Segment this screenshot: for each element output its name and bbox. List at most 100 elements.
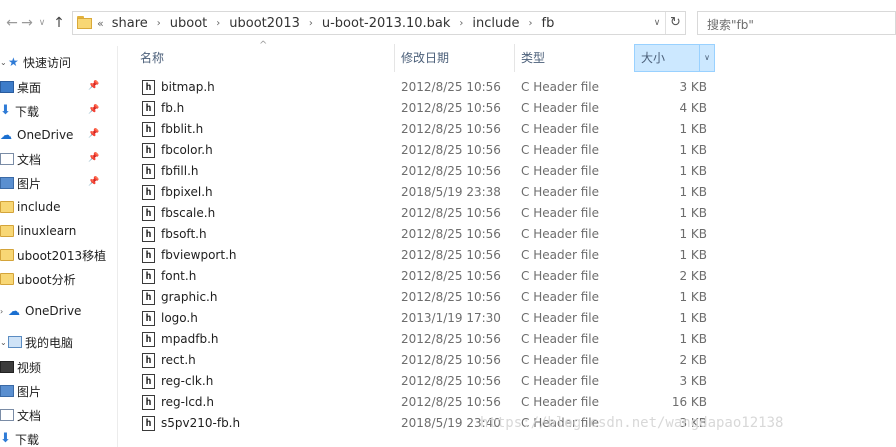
file-date: 2012/8/25 10:56 — [401, 164, 501, 178]
file-type: C Header file — [521, 374, 599, 388]
sidebar-item-downloads[interactable]: ⬇ 下载 📌 — [0, 99, 108, 123]
file-row[interactable]: h bitmap.h 2012/8/25 10:56 C Header file… — [133, 77, 733, 98]
file-name: fbblit.h — [161, 122, 204, 136]
address-dropdown-chevron-icon[interactable]: ∨ — [649, 12, 665, 34]
sidebar-item-videos[interactable]: 视频 — [0, 355, 108, 379]
file-row[interactable]: h mpadfb.h 2012/8/25 10:56 C Header file… — [133, 329, 733, 350]
up-arrow-icon[interactable]: ↑ — [51, 13, 67, 33]
header-file-icon: h — [142, 353, 155, 368]
pictures-icon — [0, 385, 14, 397]
file-row[interactable]: h graphic.h 2012/8/25 10:56 C Header fil… — [133, 287, 733, 308]
column-header-type[interactable]: 类型 — [521, 44, 545, 72]
file-row[interactable]: h fbsoft.h 2012/8/25 10:56 C Header file… — [133, 224, 733, 245]
pin-icon[interactable]: 📌 — [88, 177, 99, 189]
video-icon — [0, 361, 14, 373]
file-row[interactable]: h fbpixel.h 2018/5/19 23:38 C Header fil… — [133, 182, 733, 203]
collapse-chevron-icon[interactable]: ⌄ — [0, 58, 8, 67]
pane-divider[interactable] — [117, 46, 118, 447]
sort-ascending-icon: ^ — [259, 40, 268, 51]
file-row[interactable]: h rect.h 2012/8/25 10:56 C Header file 2… — [133, 350, 733, 371]
header-file-icon: h — [142, 122, 155, 137]
breadcrumb-item[interactable]: share — [112, 16, 148, 31]
file-type: C Header file — [521, 332, 599, 346]
sidebar-item-documents[interactable]: 文档 📌 — [0, 147, 108, 171]
file-date: 2013/1/19 17:30 — [401, 311, 501, 325]
sidebar-item-include[interactable]: include — [0, 195, 108, 219]
file-type: C Header file — [521, 227, 599, 241]
sidebar-item-uboot-analysis[interactable]: uboot分析 — [0, 267, 108, 291]
pin-icon[interactable]: 📌 — [88, 129, 99, 141]
file-row[interactable]: h reg-clk.h 2012/8/25 10:56 C Header fil… — [133, 371, 733, 392]
breadcrumb-separator-icon[interactable]: › — [216, 18, 220, 29]
forward-arrow-icon[interactable]: → — [19, 13, 35, 33]
breadcrumb-separator-icon[interactable]: › — [157, 18, 161, 29]
sidebar-item-quick-access[interactable]: ⌄ ★ 快速访问 — [0, 50, 108, 74]
column-filter-chevron-icon[interactable]: ∨ — [699, 45, 714, 71]
header-file-icon: h — [142, 143, 155, 158]
refresh-icon[interactable]: ↻ — [665, 12, 685, 34]
back-arrow-icon[interactable]: ← — [4, 13, 20, 33]
file-row[interactable]: h fbviewport.h 2012/8/25 10:56 C Header … — [133, 245, 733, 266]
pin-icon[interactable]: 📌 — [88, 81, 99, 93]
file-row[interactable]: h fbfill.h 2012/8/25 10:56 C Header file… — [133, 161, 733, 182]
file-size: 1 KB — [679, 227, 707, 241]
sidebar-item-this-pc[interactable]: ⌄ 我的电脑 — [0, 330, 108, 354]
documents-icon — [0, 153, 14, 165]
file-type: C Header file — [521, 395, 599, 409]
pin-icon[interactable]: 📌 — [88, 105, 99, 117]
breadcrumb-item[interactable]: fb — [542, 16, 555, 31]
pin-icon[interactable]: 📌 — [88, 153, 99, 165]
address-bar[interactable]: « share › uboot › uboot2013 › u-boot-201… — [72, 11, 686, 35]
breadcrumb-item[interactable]: u-boot-2013.10.bak — [322, 16, 451, 31]
file-date: 2012/8/25 10:56 — [401, 353, 501, 367]
expand-chevron-icon[interactable]: › — [0, 307, 8, 316]
file-name: fbsoft.h — [161, 227, 207, 241]
sidebar-item-downloads-pc[interactable]: ⬇ 下载 — [0, 427, 108, 447]
overflow-chevron-icon[interactable]: « — [97, 17, 104, 30]
file-row[interactable]: h fbblit.h 2012/8/25 10:56 C Header file… — [133, 119, 733, 140]
file-size: 1 KB — [679, 122, 707, 136]
sidebar-item-pictures[interactable]: 图片 📌 — [0, 171, 108, 195]
file-row[interactable]: h fbscale.h 2012/8/25 10:56 C Header fil… — [133, 203, 733, 224]
file-type: C Header file — [521, 311, 599, 325]
sidebar-item-onedrive-quick[interactable]: ☁ OneDrive 📌 — [0, 123, 108, 147]
sidebar-item-uboot2013-port[interactable]: uboot2013移植 — [0, 243, 108, 267]
sidebar-item-documents-pc[interactable]: 文档 — [0, 403, 108, 427]
header-file-icon: h — [142, 80, 155, 95]
search-input[interactable]: 搜索"fb" — [697, 11, 896, 35]
header-file-icon: h — [142, 164, 155, 179]
file-row[interactable]: h reg-lcd.h 2012/8/25 10:56 C Header fil… — [133, 392, 733, 413]
breadcrumb-separator-icon[interactable]: › — [529, 18, 533, 29]
file-row[interactable]: h fbcolor.h 2012/8/25 10:56 C Header fil… — [133, 140, 733, 161]
file-row[interactable]: h logo.h 2013/1/19 17:30 C Header file 1… — [133, 308, 733, 329]
header-file-icon: h — [142, 395, 155, 410]
recent-locations-chevron-icon[interactable]: ∨ — [34, 13, 50, 33]
column-divider[interactable] — [394, 44, 395, 72]
breadcrumb-separator-icon[interactable]: › — [309, 18, 313, 29]
column-divider[interactable] — [514, 44, 515, 72]
file-size: 1 KB — [679, 185, 707, 199]
breadcrumb-item[interactable]: uboot — [170, 16, 208, 31]
sidebar-item-pictures-pc[interactable]: 图片 — [0, 379, 108, 403]
breadcrumb-separator-icon[interactable]: › — [459, 18, 463, 29]
file-date: 2018/5/19 23:38 — [401, 185, 501, 199]
file-name: reg-lcd.h — [161, 395, 214, 409]
column-header-name[interactable]: 名称 — [140, 44, 164, 72]
sidebar-item-onedrive[interactable]: › ☁ OneDrive — [0, 299, 108, 323]
sidebar-item-linuxlearn[interactable]: linuxlearn — [0, 219, 108, 243]
breadcrumb-item[interactable]: include — [472, 16, 519, 31]
file-date: 2012/8/25 10:56 — [401, 206, 501, 220]
file-type: C Header file — [521, 269, 599, 283]
collapse-chevron-icon[interactable]: ⌄ — [0, 338, 8, 347]
file-row[interactable]: h font.h 2012/8/25 10:56 C Header file 2… — [133, 266, 733, 287]
sidebar-item-desktop[interactable]: 桌面 📌 — [0, 75, 108, 99]
sidebar-item-label: 下载 — [15, 104, 40, 119]
header-file-icon: h — [142, 248, 155, 263]
breadcrumb-item[interactable]: uboot2013 — [229, 16, 300, 31]
folder-icon — [0, 225, 14, 237]
sidebar-item-label: include — [17, 200, 61, 214]
column-header-date[interactable]: 修改日期 — [401, 44, 449, 72]
column-header-size[interactable]: 大小 ∨ — [634, 44, 715, 72]
file-row[interactable]: h fb.h 2012/8/25 10:56 C Header file 4 K… — [133, 98, 733, 119]
file-date: 2012/8/25 10:56 — [401, 374, 501, 388]
